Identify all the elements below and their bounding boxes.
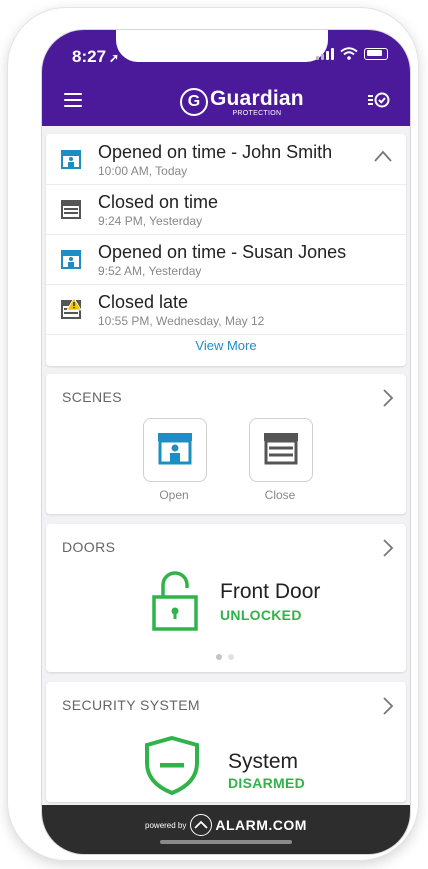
scene-open-button[interactable] <box>143 418 207 482</box>
door-status: UNLOCKED <box>220 607 302 623</box>
powered-by-footer: powered by ALARM.COM <box>42 805 410 854</box>
event-title: Opened on time - Susan Jones <box>98 242 347 262</box>
wifi-icon <box>340 47 358 60</box>
hamburger-menu-icon[interactable] <box>64 93 82 107</box>
phone-frame: 8:27 ➚ G Guardian PROTECTION Opened on t… <box>8 8 418 860</box>
status-icons <box>316 47 388 60</box>
shield-disarmed-icon[interactable] <box>142 735 202 795</box>
logo-brand-sub: PROTECTION <box>232 109 282 117</box>
event-row[interactable]: Opened on time - John Smith 10:00 AM, To… <box>46 134 406 185</box>
activity-card: Opened on time - John Smith 10:00 AM, To… <box>46 134 406 366</box>
event-time: 9:24 PM, Yesterday <box>98 214 203 228</box>
event-time: 9:52 AM, Yesterday <box>98 264 202 278</box>
guardian-logo: G Guardian PROTECTION <box>180 82 304 122</box>
app-screen: 8:27 ➚ G Guardian PROTECTION Opened on t… <box>42 30 410 854</box>
unlocked-padlock-icon[interactable] <box>151 571 199 631</box>
store-closed-icon <box>61 200 81 219</box>
system-status: DISARMED <box>228 775 306 791</box>
security-card: SECURITY SYSTEM System DISARMED <box>46 682 406 802</box>
app-header: 8:27 ➚ G Guardian PROTECTION <box>42 30 410 126</box>
event-time: 10:55 PM, Wednesday, May 12 <box>98 314 265 328</box>
store-closed-warning-icon <box>61 298 82 319</box>
pager-dots <box>216 654 234 660</box>
chevron-right-icon[interactable] <box>382 538 394 558</box>
security-title: SECURITY SYSTEM <box>62 697 200 713</box>
chevron-right-icon[interactable] <box>382 696 394 716</box>
alarm-com-brand: ALARM.COM <box>215 817 307 833</box>
status-time: 8:27 ➚ <box>72 47 119 67</box>
event-title: Closed on time <box>98 192 219 212</box>
alarm-com-logo-icon <box>190 814 213 836</box>
store-open-icon <box>158 433 192 465</box>
store-open-icon <box>61 150 81 169</box>
powered-by-text: powered by <box>145 820 187 830</box>
event-row[interactable]: Closed late 10:55 PM, Wednesday, May 12 <box>46 284 406 335</box>
store-open-icon <box>61 250 81 269</box>
chevron-up-icon[interactable] <box>374 150 392 162</box>
chevron-right-icon[interactable] <box>382 388 394 408</box>
clock-text: 8:27 <box>72 47 107 66</box>
camera-notch <box>116 30 328 62</box>
event-time: 10:00 AM, Today <box>98 164 188 178</box>
pager-dot[interactable] <box>228 654 234 660</box>
checklist-icon[interactable] <box>368 90 390 110</box>
home-indicator[interactable] <box>160 840 292 844</box>
event-row[interactable]: Opened on time - Susan Jones 9:52 AM, Ye… <box>46 234 406 285</box>
system-name: System <box>228 750 299 773</box>
pager-dot[interactable] <box>216 654 222 660</box>
location-arrow-icon: ➚ <box>109 51 120 65</box>
event-title: Opened on time - John Smith <box>98 142 333 162</box>
logo-brand-name: Guardian <box>210 86 304 110</box>
doors-card: DOORS Front Door UNLOCKED <box>46 524 406 672</box>
event-row[interactable]: Closed on time 9:24 PM, Yesterday <box>46 184 406 235</box>
scenes-title: SCENES <box>62 389 122 405</box>
powered-by: powered by ALARM.COM <box>42 814 410 836</box>
store-closed-icon <box>264 433 298 465</box>
view-more-link[interactable]: View More <box>46 338 406 353</box>
scene-close-button[interactable] <box>249 418 313 482</box>
scene-label: Close <box>264 488 296 502</box>
scenes-card: SCENES Open Close <box>46 374 406 514</box>
scene-label: Open <box>159 488 189 502</box>
doors-title: DOORS <box>62 539 116 555</box>
event-title: Closed late <box>98 292 189 312</box>
cellular-signal-icon <box>316 47 334 60</box>
door-name: Front Door <box>220 580 321 603</box>
logo-mark: G <box>180 88 208 116</box>
battery-icon <box>364 47 388 60</box>
